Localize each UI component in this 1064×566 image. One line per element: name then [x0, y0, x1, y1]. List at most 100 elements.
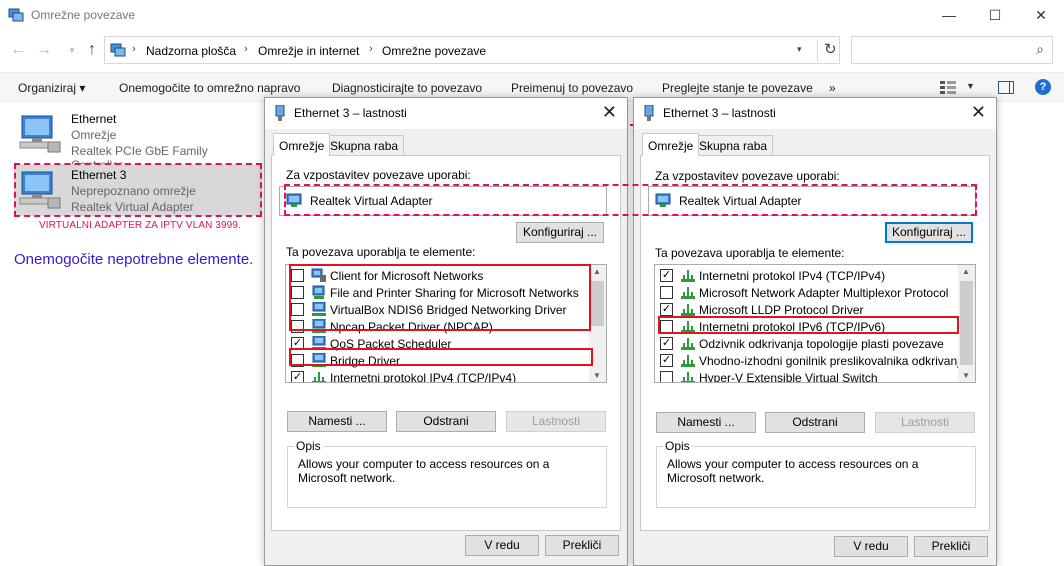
description-text: Allows your computer to access resources… — [667, 457, 919, 485]
tab-network[interactable]: Omrežje — [642, 133, 700, 156]
component-checkbox[interactable]: ✓ — [660, 337, 673, 350]
scroll-thumb[interactable] — [960, 281, 973, 365]
close-button[interactable]: ✕ — [1018, 0, 1064, 30]
rename-button[interactable]: Preimenuj to povezavo — [511, 81, 633, 95]
control-panel-icon — [110, 43, 126, 57]
protocol-icon — [681, 304, 695, 316]
preview-pane-icon[interactable] — [998, 81, 1014, 94]
description-group: Opis Allows your computer to access reso… — [656, 439, 976, 508]
description-text: Allows your computer to access resources… — [298, 457, 550, 485]
uninstall-button[interactable]: Odstrani — [396, 411, 496, 432]
back-arrow-icon[interactable]: ← — [8, 40, 28, 60]
install-button[interactable]: Namesti ... — [656, 412, 756, 433]
dialog-close-icon[interactable]: ✕ — [971, 102, 986, 123]
component-item[interactable]: ✓ Internetni protokol IPv4 (TCP/IPv4) — [655, 267, 957, 284]
cancel-button[interactable]: Prekliči — [914, 536, 988, 557]
address-bar[interactable]: › Nadzorna plošča › Omrežje in internet … — [104, 36, 840, 64]
component-label: Odzivnik odkrivanja topologije plasti po… — [699, 337, 944, 351]
disable-elements-annotation: Onemogočite nepotrebne elemente. — [14, 251, 254, 268]
connect-using-label: Za vzpostavitev povezave uporabi: — [286, 168, 471, 182]
component-checkbox[interactable] — [660, 371, 673, 382]
iptv-adapter-annotation: VIRTUALNI ADAPTER ZA IPTV VLAN 3999. — [39, 220, 241, 231]
install-button[interactable]: Namesti ... — [287, 411, 387, 432]
connection-name: Ethernet — [71, 112, 117, 126]
component-item[interactable]: Hyper-V Extensible Virtual Switch — [655, 369, 957, 382]
configure-button[interactable]: Konfiguriraj ... — [885, 222, 973, 243]
tab-sharing[interactable]: Skupna raba — [693, 135, 774, 156]
breadcrumb-network-internet[interactable]: Omrežje in internet — [258, 44, 359, 58]
breadcrumb-separator-icon[interactable]: › — [369, 43, 373, 55]
view-status-button[interactable]: Preglejte stanje te povezave — [662, 81, 813, 95]
properties-button[interactable]: Lastnosti — [875, 412, 975, 433]
component-label: Vhodno-izhodni gonilnik preslikovalnika … — [699, 354, 976, 368]
scroll-up-icon[interactable]: ▲ — [962, 267, 970, 276]
component-item[interactable]: ✓ Internetni protokol IPv4 (TCP/IPv4) — [286, 369, 588, 383]
component-checkbox[interactable] — [660, 286, 673, 299]
component-checkbox[interactable]: ✓ — [291, 371, 304, 382]
forward-arrow-icon[interactable]: → — [34, 40, 54, 60]
description-group: Opis Allows your computer to access reso… — [287, 439, 607, 508]
maximize-button[interactable]: ☐ — [972, 0, 1018, 30]
component-label: Internetni protokol IPv4 (TCP/IPv4) — [330, 371, 517, 383]
breadcrumb-separator-icon[interactable]: › — [244, 43, 248, 55]
cancel-button[interactable]: Prekliči — [545, 535, 619, 556]
properties-dialog-right: Ethernet 3 – lastnosti ✕ Omrežje Skupna … — [633, 97, 997, 566]
tab-network[interactable]: Omrežje — [273, 133, 331, 156]
address-dropdown-icon[interactable]: ▾ — [797, 44, 802, 55]
breadcrumb-control-panel[interactable]: Nadzorna plošča — [146, 44, 236, 58]
component-label: Microsoft LLDP Protocol Driver — [699, 303, 864, 317]
component-checkbox[interactable]: ✓ — [660, 269, 673, 282]
adapter-annotation-box — [284, 184, 977, 216]
items-label: Ta povezava uporablja te elemente: — [286, 245, 476, 259]
items-label: Ta povezava uporablja te elemente: — [655, 246, 845, 260]
refresh-icon[interactable]: ↻ — [817, 40, 837, 62]
recent-locations-chevron-icon[interactable]: ▾ — [62, 40, 82, 60]
tab-sharing[interactable]: Skupna raba — [324, 135, 405, 156]
protocol-icon — [681, 355, 695, 367]
change-view-icon[interactable] — [940, 80, 956, 94]
description-label: Opis — [663, 439, 692, 453]
component-checkbox[interactable]: ✓ — [660, 303, 673, 316]
connection-ethernet[interactable]: Ethernet Omrežje Realtek PCIe GbE Family… — [14, 108, 262, 172]
network-connections-icon — [8, 8, 24, 22]
unneeded-items-highlight — [289, 264, 591, 331]
properties-button[interactable]: Lastnosti — [506, 411, 606, 432]
dialog-title-bar: Ethernet 3 – lastnosti ✕ — [265, 98, 627, 129]
protocol-icon — [681, 372, 695, 382]
disable-device-button[interactable]: Onemogočite to omrežno napravo — [119, 81, 300, 95]
scroll-thumb[interactable] — [591, 281, 604, 326]
window-title: Omrežne povezave — [31, 8, 136, 22]
help-icon[interactable]: ? — [1035, 79, 1051, 95]
bridge-driver-highlight — [289, 348, 593, 366]
dialog-close-icon[interactable]: ✕ — [602, 102, 617, 123]
properties-dialog-left: Ethernet 3 – lastnosti ✕ Omrežje Skupna … — [264, 97, 628, 566]
organize-menu[interactable]: Organiziraj ▾ — [18, 81, 85, 95]
address-row: ← → ▾ ↑ › Nadzorna plošča › Omrežje in i… — [0, 34, 1064, 66]
list-scrollbar[interactable]: ▲ ▼ — [958, 265, 975, 382]
diagnose-button[interactable]: Diagnosticirajte to povezavo — [332, 81, 482, 95]
scroll-up-icon[interactable]: ▲ — [593, 267, 601, 276]
component-item[interactable]: ✓ Odzivnik odkrivanja topologije plasti p… — [655, 335, 957, 352]
connection-status: Omrežje — [71, 128, 117, 142]
ok-button[interactable]: V redu — [465, 535, 539, 556]
scroll-down-icon[interactable]: ▼ — [962, 371, 970, 380]
search-input[interactable]: ⌕ — [851, 36, 1053, 64]
minimize-button[interactable]: — — [926, 0, 972, 30]
scroll-down-icon[interactable]: ▼ — [593, 371, 601, 380]
component-checkbox[interactable]: ✓ — [660, 354, 673, 367]
up-arrow-icon[interactable]: ↑ — [82, 40, 102, 60]
adapter-icon — [644, 105, 654, 121]
adapter-icon — [275, 105, 285, 121]
uninstall-button[interactable]: Odstrani — [765, 412, 865, 433]
ok-button[interactable]: V redu — [834, 536, 908, 557]
description-label: Opis — [294, 439, 323, 453]
component-item[interactable]: ✓ Vhodno-izhodni gonilnik preslikovalnika… — [655, 352, 975, 369]
view-dropdown-icon[interactable]: ▼ — [966, 81, 975, 91]
breadcrumb-separator-icon[interactable]: › — [132, 43, 136, 55]
breadcrumb-network-connections[interactable]: Omrežne povezave — [382, 44, 486, 58]
component-item[interactable]: Microsoft Network Adapter Multiplexor Pr… — [655, 284, 957, 301]
title-bar: Omrežne povezave — ☐ ✕ — [0, 0, 1064, 30]
configure-button[interactable]: Konfiguriraj ... — [516, 222, 604, 243]
more-commands-button[interactable]: » — [829, 81, 836, 95]
connect-using-label: Za vzpostavitev povezave uporabi: — [655, 169, 840, 183]
